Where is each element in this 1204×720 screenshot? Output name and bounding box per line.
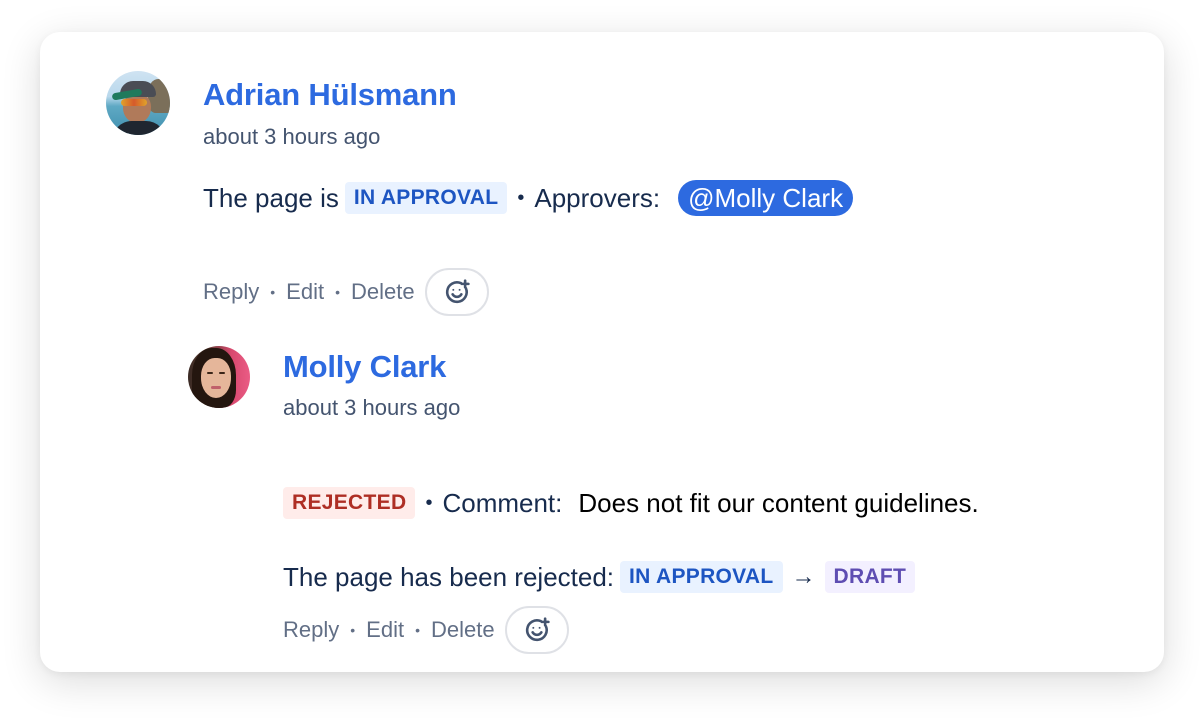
comment-body: The page is IN APPROVAL • Approvers: @Mo… [203,178,854,218]
status-lozenge-rejected: REJECTED [283,487,416,519]
add-reaction-button[interactable] [504,606,569,654]
reply-button[interactable]: Reply [283,617,339,643]
body-text: The page is [203,182,339,213]
timestamp: about 3 hours ago [283,395,461,420]
avatar[interactable] [106,71,170,135]
comment-actions: Reply • Edit • Delete [283,606,569,654]
timestamp: about 3 hours ago [203,124,381,149]
separator-dot: • [335,284,340,300]
separator-dot: • [350,622,356,638]
avatar-eye [207,372,213,374]
separator-dot: • [517,186,525,209]
reply-button[interactable]: Reply [203,279,259,305]
status-transition: The page has been rejected: IN APPROVAL … [283,557,916,597]
edit-button[interactable]: Edit [366,617,404,643]
edit-button[interactable]: Edit [286,279,324,305]
approvers-label: Approvers: [534,182,661,213]
status-lozenge-in-approval: IN APPROVAL [620,561,783,593]
status-lozenge-draft: DRAFT [824,561,916,593]
author-name[interactable]: Adrian Hülsmann [203,77,457,113]
delete-button[interactable]: Delete [351,279,415,305]
arrow-right-icon: → [791,563,816,590]
comment-thread-card: Adrian Hülsmann about 3 hours ago The pa… [40,32,1164,672]
add-reaction-button[interactable] [424,268,489,316]
user-mention[interactable]: @Molly Clark [678,180,854,216]
status-lozenge-in-approval: IN APPROVAL [344,182,508,214]
avatar-sunglasses [121,99,147,106]
avatar-lips [211,386,221,389]
comment-body: REJECTED • Comment: Does not fit our con… [283,483,979,523]
avatar[interactable] [188,346,250,408]
separator-dot: • [415,622,420,638]
transition-text: The page has been rejected: [283,561,615,592]
rejection-comment-text: Does not fit our content guidelines. [578,487,979,518]
separator-dot: • [270,284,276,300]
comment-label: Comment: [442,487,563,518]
add-reaction-icon [445,279,470,304]
add-reaction-icon [525,617,550,642]
comment-actions: Reply • Edit • Delete [203,268,489,316]
author-name[interactable]: Molly Clark [283,349,446,385]
delete-button[interactable]: Delete [431,617,495,643]
avatar-face [201,358,231,398]
avatar-shirt [112,121,166,135]
separator-dot: • [425,491,433,514]
avatar-eye [219,372,225,374]
